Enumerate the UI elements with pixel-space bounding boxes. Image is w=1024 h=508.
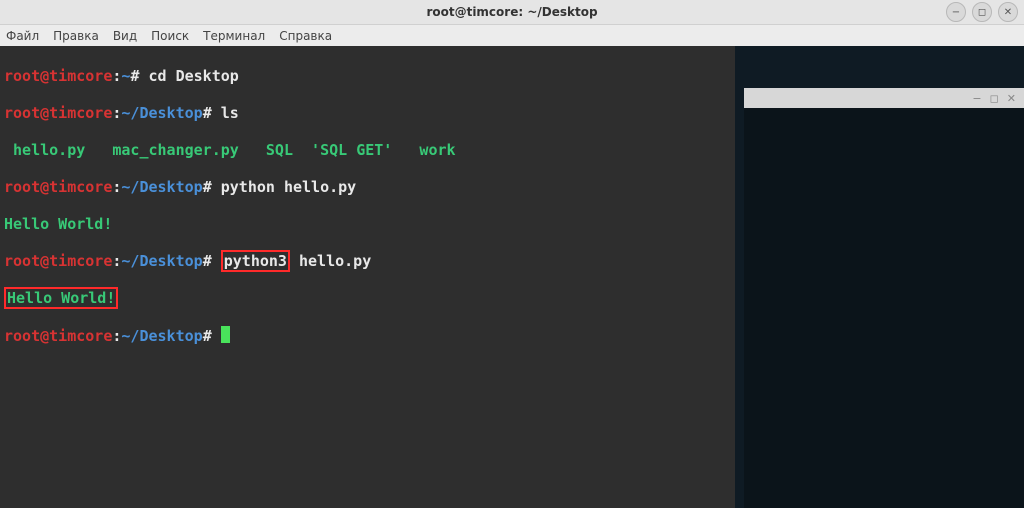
terminal[interactable]: root@timcore:~#cd Desktop root@timcore:~… — [0, 46, 735, 508]
terminal-line: root@timcore:~/Desktop#python hello.py — [4, 178, 732, 197]
bg-minimize-icon: − — [972, 92, 981, 105]
prompt-user: root@timcore — [4, 178, 112, 196]
terminal-line: Hello World! — [4, 289, 732, 308]
minimize-button[interactable]: − — [946, 2, 966, 22]
prompt-symbol: # — [130, 67, 139, 85]
background-window-titlebar: − ◻ ✕ — [744, 88, 1024, 108]
terminal-line: root@timcore:~#cd Desktop — [4, 67, 732, 86]
prompt-symbol: # — [203, 252, 212, 270]
cursor-icon — [221, 326, 230, 343]
titlebar: root@timcore: ~/Desktop − ◻ ✕ — [0, 0, 1024, 25]
menu-file[interactable]: Файл — [6, 29, 39, 43]
menubar: Файл Правка Вид Поиск Терминал Справка — [0, 25, 1024, 48]
prompt-symbol: # — [203, 178, 212, 196]
prompt-symbol: # — [203, 104, 212, 122]
terminal-output: Hello World! — [4, 215, 732, 234]
maximize-button[interactable]: ◻ — [972, 2, 992, 22]
command-text: python hello.py — [221, 178, 356, 196]
command-text: cd Desktop — [148, 67, 238, 85]
command-text: hello.py — [290, 252, 371, 270]
bg-close-icon: ✕ — [1007, 92, 1016, 105]
prompt-symbol: # — [203, 327, 212, 345]
menu-edit[interactable]: Правка — [53, 29, 99, 43]
prompt-user: root@timcore — [4, 67, 112, 85]
prompt-user: root@timcore — [4, 327, 112, 345]
bg-maximize-icon: ◻ — [990, 92, 999, 105]
prompt-user: root@timcore — [4, 104, 112, 122]
desktop-area: − ◻ ✕ root@timcore:~#cd Desktop root@tim… — [0, 46, 1024, 508]
menu-search[interactable]: Поиск — [151, 29, 189, 43]
menu-help[interactable]: Справка — [279, 29, 332, 43]
terminal-line: root@timcore:~/Desktop#ls — [4, 104, 732, 123]
background-window: − ◻ ✕ — [744, 88, 1024, 508]
prompt-path: ~/Desktop — [121, 104, 202, 122]
command-text: ls — [221, 104, 239, 122]
prompt-path: ~/Desktop — [121, 178, 202, 196]
prompt-path: ~/Desktop — [121, 327, 202, 345]
prompt-path: ~/Desktop — [121, 252, 202, 270]
terminal-line: root@timcore:~/Desktop# — [4, 326, 732, 346]
menu-view[interactable]: Вид — [113, 29, 137, 43]
close-button[interactable]: ✕ — [998, 2, 1018, 22]
terminal-output: hello.py mac_changer.py SQL 'SQL GET' wo… — [4, 141, 732, 160]
terminal-line: root@timcore:~/Desktop#python3 hello.py — [4, 252, 732, 271]
highlighted-output: Hello World! — [4, 287, 118, 309]
window-title: root@timcore: ~/Desktop — [0, 5, 1024, 19]
prompt-user: root@timcore — [4, 252, 112, 270]
menu-terminal[interactable]: Терминал — [203, 29, 265, 43]
highlighted-command: python3 — [221, 250, 290, 272]
window-controls: − ◻ ✕ — [946, 2, 1018, 22]
